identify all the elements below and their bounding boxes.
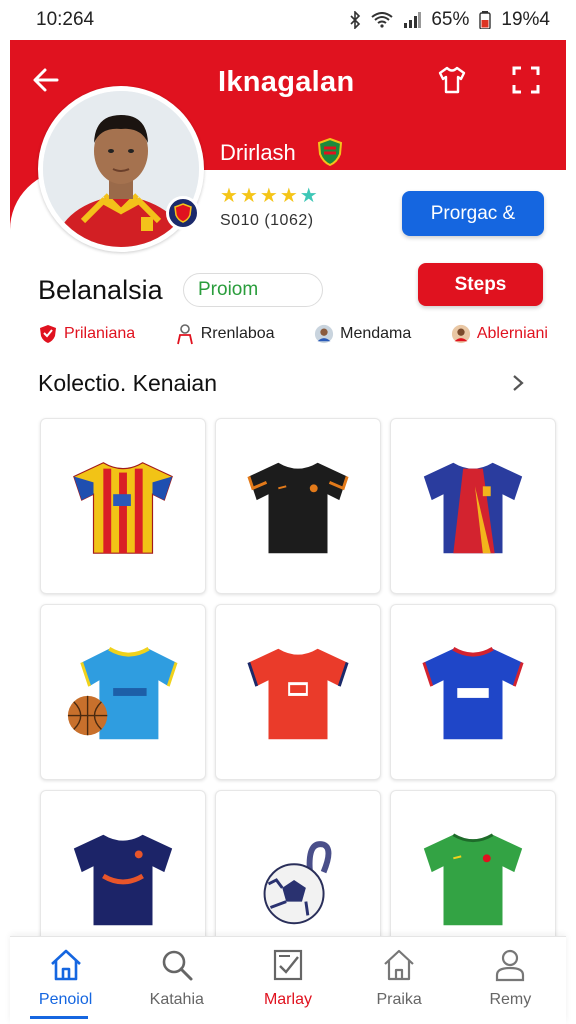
club-crest-icon bbox=[317, 137, 343, 167]
avatar-icon bbox=[314, 323, 334, 345]
nav-label: Katahia bbox=[149, 991, 204, 1008]
chip-label: Rrenlaboa bbox=[200, 325, 275, 342]
chip-mendama[interactable]: Mendama bbox=[314, 323, 411, 345]
player-icon bbox=[175, 323, 195, 345]
jersey-icon bbox=[423, 833, 523, 926]
collection-item[interactable] bbox=[40, 418, 206, 594]
collection-item[interactable] bbox=[40, 604, 206, 780]
nav-label: Penoiol bbox=[38, 991, 93, 1008]
star-icon: ★ bbox=[259, 185, 278, 207]
nav-label: Marlay bbox=[263, 991, 312, 1008]
nav-label: Remy bbox=[489, 991, 532, 1008]
jersey-icon bbox=[423, 462, 523, 554]
jersey-icon bbox=[73, 834, 173, 926]
bottom-navigation: Penoiol Katahia Marlay Praika Remy bbox=[10, 936, 566, 1024]
battery-icon bbox=[479, 11, 492, 29]
page-title: Iknagalan bbox=[218, 66, 355, 98]
football-icon bbox=[263, 841, 332, 925]
jersey-icon bbox=[67, 647, 178, 740]
nav-profile[interactable]: Remy bbox=[460, 945, 560, 1009]
club-badge bbox=[166, 196, 200, 230]
chip-player[interactable]: Rrenlaboa bbox=[175, 323, 275, 345]
status-icons: 65% 19%4 bbox=[349, 9, 550, 31]
shield-icon bbox=[174, 203, 192, 223]
chevron-right-icon bbox=[513, 375, 524, 391]
back-button[interactable] bbox=[28, 62, 64, 98]
jersey-icon bbox=[247, 648, 349, 740]
status-time: 10:264 bbox=[36, 9, 95, 30]
search-icon bbox=[157, 945, 197, 985]
nav-label: Praika bbox=[376, 991, 422, 1008]
star-icon: ★ bbox=[220, 185, 238, 207]
person-icon bbox=[490, 945, 530, 985]
jersey-icon bbox=[247, 462, 349, 554]
collection-title: Kolectio. Kenaian bbox=[38, 370, 218, 396]
bluetooth-icon bbox=[349, 11, 361, 29]
nav-marlay[interactable]: Marlay bbox=[238, 945, 338, 1009]
info-chips: Prilaniana Rrenlaboa Mendama Ablerniani bbox=[38, 323, 548, 345]
star-icon: ★ bbox=[299, 185, 318, 207]
collection-more-button[interactable] bbox=[506, 370, 530, 396]
jersey-icon bbox=[422, 647, 524, 740]
nav-praika[interactable]: Praika bbox=[349, 945, 449, 1009]
player-name: Drirlash bbox=[220, 140, 296, 165]
promo-pill[interactable]: Proiom bbox=[183, 273, 323, 307]
rating-count: S010 (1062) bbox=[220, 212, 314, 229]
jersey-icon bbox=[73, 462, 173, 554]
share-button[interactable] bbox=[434, 62, 470, 98]
chip-label: Mendama bbox=[340, 325, 412, 342]
shield-icon bbox=[38, 323, 58, 345]
rating-stars: ★ ★ ★ ★ ★ bbox=[220, 183, 318, 208]
profile-name: Belanalsia bbox=[38, 275, 163, 305]
battery-percent: 65% bbox=[431, 9, 470, 30]
avatar-icon bbox=[451, 323, 471, 345]
collection-item[interactable] bbox=[215, 604, 381, 780]
nav-active-indicator bbox=[30, 1016, 88, 1019]
chip-shield[interactable]: Prilaniana bbox=[38, 323, 135, 345]
home-icon bbox=[46, 945, 86, 985]
steps-button[interactable]: Steps bbox=[418, 263, 543, 306]
collection-item[interactable] bbox=[390, 418, 556, 594]
fullscreen-button[interactable] bbox=[508, 62, 544, 98]
expand-icon bbox=[512, 66, 540, 94]
nav-search[interactable]: Katahia bbox=[127, 945, 227, 1009]
chip-ablerniani[interactable]: Ablerniani bbox=[451, 323, 548, 345]
star-icon: ★ bbox=[239, 185, 258, 207]
status-clock-right: 19%4 bbox=[501, 9, 550, 30]
collection-item[interactable] bbox=[215, 418, 381, 594]
chip-label: Ablerniani bbox=[476, 325, 548, 342]
collection-grid bbox=[40, 418, 558, 966]
back-arrow-icon bbox=[33, 68, 59, 92]
star-icon: ★ bbox=[279, 185, 298, 207]
checklist-icon bbox=[268, 945, 308, 985]
house-icon bbox=[379, 945, 419, 985]
status-bar: 10:264 65% 19%4 bbox=[0, 0, 576, 40]
wifi-icon bbox=[371, 12, 393, 28]
nav-home[interactable]: Penoiol bbox=[16, 945, 116, 1009]
chip-label: Prilaniana bbox=[64, 325, 136, 342]
follow-button[interactable]: Prorgac & bbox=[402, 191, 544, 236]
collection-item[interactable] bbox=[390, 604, 556, 780]
signal-icon bbox=[403, 12, 422, 28]
jersey-outline-icon bbox=[438, 66, 466, 94]
